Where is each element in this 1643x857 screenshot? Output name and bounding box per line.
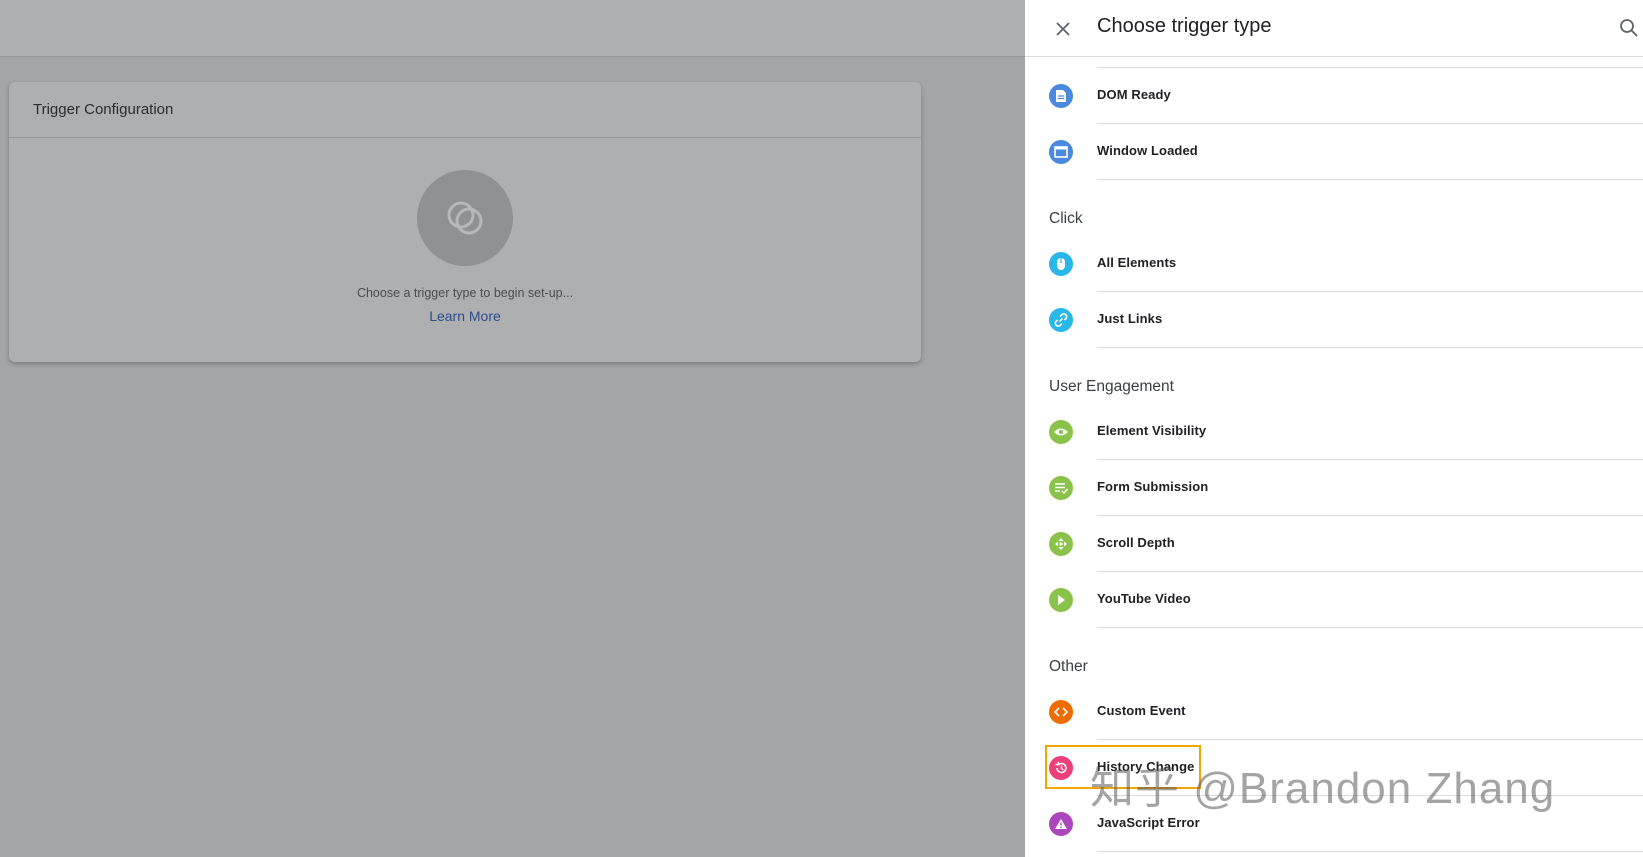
- trigger-item-dom-ready[interactable]: DOM Ready: [1025, 68, 1643, 124]
- mouse-icon: [1049, 252, 1073, 276]
- learn-more-link[interactable]: Learn More: [429, 308, 501, 324]
- search-icon: [1620, 19, 1638, 37]
- trigger-item-all-elements[interactable]: All Elements: [1025, 236, 1643, 292]
- search-button[interactable]: [1615, 14, 1643, 42]
- item-divider: [1097, 627, 1643, 628]
- section-title-click: Click: [1049, 210, 1083, 227]
- trigger-item-window-loaded[interactable]: Window Loaded: [1025, 124, 1643, 180]
- eye-icon: [1049, 420, 1073, 444]
- trigger-item-element-visibility[interactable]: Element Visibility: [1025, 404, 1643, 460]
- trigger-item-youtube-video[interactable]: YouTube Video: [1025, 572, 1643, 628]
- card-title: Trigger Configuration: [9, 82, 921, 138]
- card-body: Choose a trigger type to begin set-up...…: [9, 138, 921, 324]
- trigger-item-label: Scroll Depth: [1097, 535, 1175, 550]
- trigger-item-label: All Elements: [1097, 255, 1177, 270]
- close-button[interactable]: [1049, 15, 1077, 43]
- top-bar: [0, 0, 1025, 57]
- watermark-text: 知乎 @Brandon Zhang: [1090, 764, 1556, 813]
- close-icon: [1056, 22, 1070, 36]
- trigger-type-list: DOM Ready Window Loaded Click All Elemen…: [1025, 57, 1643, 852]
- scroll-icon: [1049, 532, 1073, 556]
- trigger-item-label: Window Loaded: [1097, 143, 1198, 158]
- trigger-item-custom-event[interactable]: Custom Event: [1025, 684, 1643, 740]
- form-icon: [1049, 476, 1073, 500]
- trigger-configuration-card: Trigger Configuration Choose a trigger t…: [9, 82, 921, 362]
- trigger-item-label: JavaScript Error: [1097, 815, 1200, 830]
- panel-header: Choose trigger type: [1025, 0, 1643, 57]
- section-title-user-engagement: User Engagement: [1049, 378, 1174, 395]
- item-divider: [1097, 347, 1643, 348]
- trigger-item-label: YouTube Video: [1097, 591, 1191, 606]
- play-icon: [1049, 588, 1073, 612]
- trigger-item-label: Form Submission: [1097, 479, 1209, 494]
- trigger-item-just-links[interactable]: Just Links: [1025, 292, 1643, 348]
- panel-title: Choose trigger type: [1097, 15, 1272, 37]
- code-icon: [1049, 700, 1073, 724]
- link-icon: [1049, 308, 1073, 332]
- section-title-other: Other: [1049, 658, 1088, 675]
- trigger-item-label: Custom Event: [1097, 703, 1186, 718]
- trigger-hint-text: Choose a trigger type to begin set-up...: [356, 286, 574, 300]
- trigger-item-label: DOM Ready: [1097, 87, 1171, 102]
- trigger-placeholder-icon[interactable]: [417, 170, 513, 266]
- window-icon: [1049, 140, 1073, 164]
- item-divider: [1097, 851, 1643, 852]
- warning-icon: [1049, 812, 1073, 836]
- trigger-item-scroll-depth[interactable]: Scroll Depth: [1025, 516, 1643, 572]
- choose-trigger-panel: Choose trigger type DOM Ready Window Loa…: [1025, 0, 1643, 857]
- document-icon: [1049, 84, 1073, 108]
- trigger-item-label: Element Visibility: [1097, 423, 1207, 438]
- history-icon: [1049, 756, 1073, 780]
- item-divider: [1097, 179, 1643, 180]
- trigger-item-label: Just Links: [1097, 311, 1163, 326]
- trigger-item-form-submission[interactable]: Form Submission: [1025, 460, 1643, 516]
